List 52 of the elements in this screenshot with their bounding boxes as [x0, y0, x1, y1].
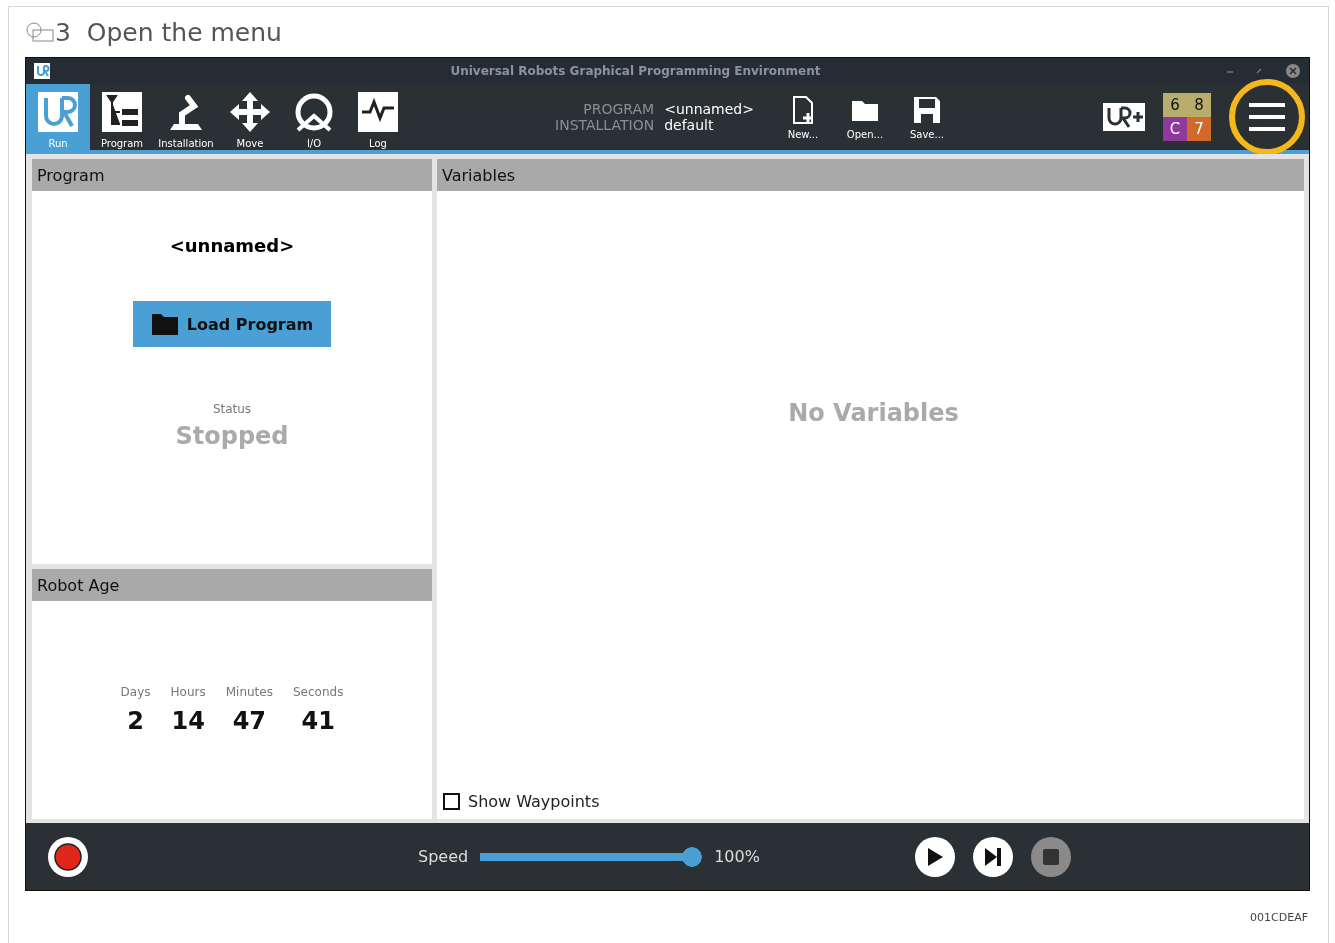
checkbox[interactable] — [443, 793, 460, 810]
app-logo-icon — [34, 63, 50, 79]
file-button[interactable]: New... — [771, 84, 834, 150]
step-button[interactable] — [972, 836, 1013, 877]
age-value: 14 — [171, 707, 205, 735]
urcaps-logo-icon[interactable] — [1103, 103, 1145, 131]
info-value: default — [664, 117, 715, 133]
info-label: PROGRAM — [582, 101, 655, 117]
age-value: 47 — [232, 707, 267, 735]
speed-reading: 100% — [714, 847, 760, 866]
age-value: 2 — [127, 707, 144, 735]
age-unit-label: Days — [120, 685, 151, 699]
nav-tab[interactable]: Move — [218, 84, 282, 150]
menu-icon — [1247, 102, 1287, 132]
save-icon — [911, 94, 942, 125]
footer-code: 001CDEAF — [1250, 911, 1308, 924]
panel-header: Variables — [437, 159, 1304, 191]
info-value: <unnamed> — [664, 101, 754, 117]
speed-label: Speed — [418, 847, 469, 866]
nav-tab[interactable]: Program — [90, 84, 154, 150]
age-value: 41 — [301, 707, 335, 735]
nav-tab[interactable]: I/O — [282, 84, 346, 150]
play-icon — [925, 846, 944, 867]
age-unit-label: Hours — [170, 685, 206, 699]
panel-header: Program — [32, 159, 432, 191]
nav-tab[interactable]: Installation — [154, 84, 218, 150]
play-button[interactable] — [914, 836, 955, 877]
empty-message: No Variables — [788, 399, 959, 427]
stop-icon — [1042, 848, 1059, 865]
load-program-button[interactable]: Load Program — [133, 301, 331, 347]
folder-icon — [150, 312, 179, 336]
record-icon — [53, 841, 83, 872]
status-tile: C — [1163, 117, 1187, 141]
status-label: Status — [212, 402, 252, 416]
status-tile: 6 — [1163, 93, 1187, 117]
status-value: Stopped — [175, 422, 289, 450]
status-tile: 8 — [1187, 93, 1211, 117]
age-unit-label: Minutes — [225, 685, 273, 699]
nav-tab[interactable]: Log — [346, 84, 410, 150]
record-button[interactable] — [48, 836, 88, 877]
checkbox-label: Show Waypoints — [468, 792, 600, 811]
step-icon — [25, 21, 55, 43]
age-unit-label: Seconds — [292, 685, 344, 699]
status-tile: 7 — [1187, 117, 1211, 141]
step-forward-icon — [982, 846, 1003, 867]
file-button[interactable]: Save... — [895, 84, 958, 150]
info-label: INSTALLATION — [555, 117, 655, 133]
window-title: Universal Robots Graphical Programming Environment — [449, 64, 822, 78]
step-title: 3 Open the menu — [55, 17, 282, 47]
panel-header: Robot Age — [32, 569, 432, 601]
program-name: <unnamed> — [169, 235, 295, 256]
file-button[interactable]: Open... — [833, 84, 896, 150]
